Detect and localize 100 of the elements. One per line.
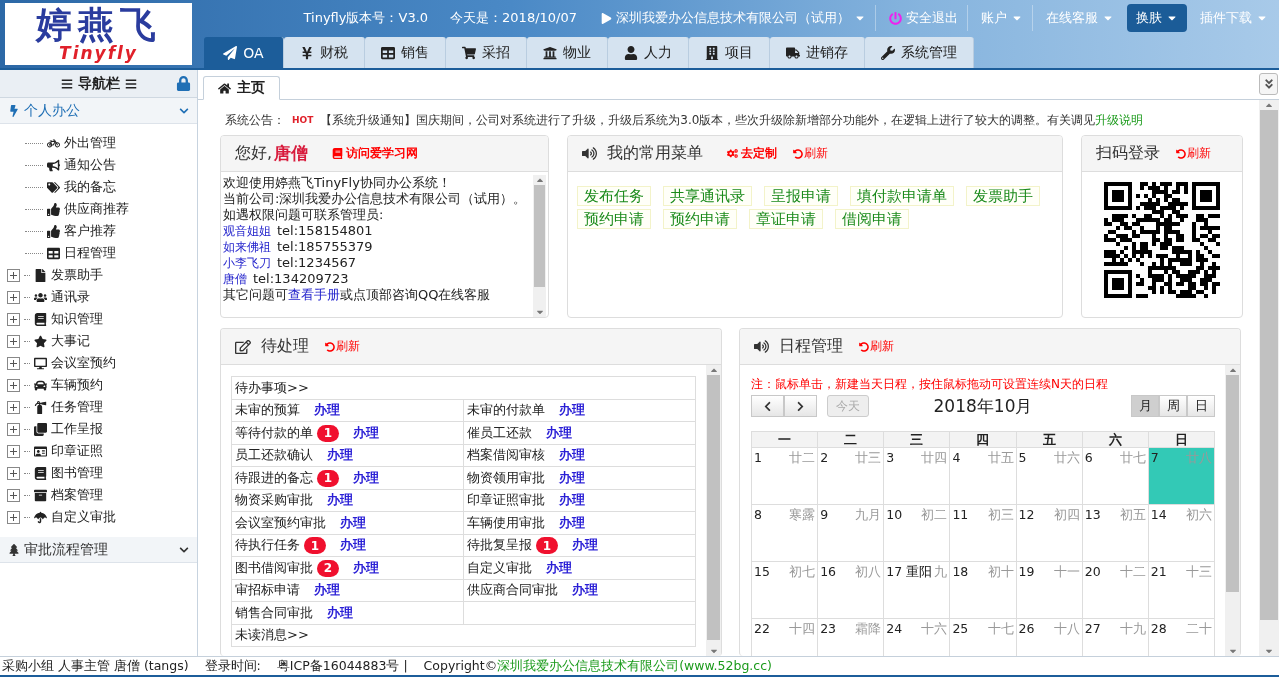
day-cell[interactable]: 23 霜降 (817, 618, 884, 656)
expand-icon[interactable] (7, 422, 20, 436)
day-cell[interactable]: 21 十三 (1148, 561, 1215, 619)
day-cell[interactable]: 7 廿八 (1148, 447, 1215, 505)
shortcut-item[interactable]: 预约申请 (663, 209, 737, 229)
day-cell[interactable]: 17 重阳 九 (883, 561, 950, 619)
handle-link[interactable]: 办理 (572, 537, 598, 553)
day-cell[interactable]: 26 十八 (1016, 618, 1083, 656)
nav-item[interactable]: 外出管理 (0, 132, 197, 154)
handle-link[interactable]: 办理 (559, 402, 585, 418)
day-cell[interactable]: 22 十四 (751, 618, 818, 656)
nav-item[interactable]: 发票助手 (0, 264, 197, 286)
expand-icon[interactable] (7, 312, 20, 326)
nav-item[interactable]: 图书管理 (0, 462, 197, 484)
day-cell[interactable]: 27 十九 (1082, 618, 1149, 656)
handle-link[interactable]: 办理 (559, 514, 585, 530)
day-cell[interactable]: 20 十二 (1082, 561, 1149, 619)
view-button[interactable]: 月 (1131, 395, 1159, 417)
nav-section[interactable]: 审批流程管理 (0, 537, 197, 563)
handle-link[interactable]: 办理 (340, 537, 366, 553)
handle-link[interactable]: 办理 (546, 559, 572, 575)
handle-link[interactable]: 办理 (559, 469, 585, 485)
expand-icon[interactable] (7, 268, 20, 282)
handle-link[interactable]: 办理 (572, 582, 598, 598)
handle-link[interactable]: 办理 (314, 582, 340, 598)
page-tab[interactable]: 主页 (203, 76, 280, 100)
nav-section[interactable]: 个人办公 (0, 98, 197, 124)
expand-icon[interactable] (7, 334, 20, 348)
shortcut-item[interactable]: 共享通讯录 (663, 186, 752, 206)
refresh-link[interactable]: 刷新 (793, 145, 828, 162)
collapse-button[interactable] (1259, 73, 1278, 95)
view-button[interactable]: 周 (1159, 395, 1187, 417)
module-tab[interactable]: 进销存 (770, 37, 865, 68)
module-tab[interactable]: 系统管理 (865, 37, 974, 68)
day-cell[interactable]: 25 十七 (949, 618, 1017, 656)
day-cell[interactable]: 8 寒露 (751, 504, 818, 562)
customize-link[interactable]: 去定制 (727, 145, 777, 162)
lock-icon[interactable] (176, 76, 191, 91)
header-menu[interactable]: 换肤 (1127, 4, 1187, 32)
expand-icon[interactable] (7, 356, 20, 370)
expand-icon[interactable] (7, 290, 20, 304)
expand-icon[interactable] (7, 466, 20, 480)
notice-link[interactable]: 升级说明 (1095, 112, 1144, 127)
scrollbar[interactable] (706, 365, 721, 656)
day-cell[interactable]: 2 廿三 (817, 447, 884, 505)
day-cell[interactable]: 9 九月 (817, 504, 884, 562)
handle-link[interactable]: 办理 (546, 424, 572, 440)
scrollbar[interactable] (1259, 100, 1279, 656)
contact-name[interactable]: 唐僧 (223, 271, 247, 287)
day-cell[interactable]: 10 初二 (883, 504, 950, 562)
module-tab[interactable]: 物业 (527, 37, 608, 68)
nav-item[interactable]: 我的备忘 (0, 176, 197, 198)
day-cell[interactable]: 12 初四 (1016, 504, 1083, 562)
day-cell[interactable]: 11 初三 (949, 504, 1017, 562)
module-tab[interactable]: OA (204, 37, 284, 68)
handle-link[interactable]: 办理 (340, 514, 366, 530)
nav-item[interactable]: 大事记 (0, 330, 197, 352)
nav-item[interactable]: 会议室预约 (0, 352, 197, 374)
refresh-link[interactable]: 刷新 (859, 338, 894, 355)
handle-link[interactable]: 办理 (353, 469, 379, 485)
day-cell[interactable]: 6 廿七 (1082, 447, 1149, 505)
nav-item[interactable]: 通讯录 (0, 286, 197, 308)
view-button[interactable]: 日 (1187, 395, 1215, 417)
shortcut-item[interactable]: 发布任务 (577, 186, 651, 206)
scrollbar[interactable] (533, 175, 546, 317)
nav-item[interactable]: 客户推荐 (0, 220, 197, 242)
shortcut-item[interactable]: 发票助手 (966, 186, 1040, 206)
nav-item[interactable]: 供应商推荐 (0, 198, 197, 220)
shortcut-item[interactable]: 借阅申请 (835, 209, 909, 229)
day-cell[interactable]: 3 廿四 (883, 447, 950, 505)
module-tab[interactable]: 采招 (446, 37, 527, 68)
day-cell[interactable]: 16 初八 (817, 561, 884, 619)
contact-name[interactable]: 如来佛祖 (223, 239, 271, 255)
refresh-link[interactable]: 刷新 (1176, 145, 1211, 162)
shortcut-item[interactable]: 呈报申请 (764, 186, 838, 206)
nav-item[interactable]: 档案管理 (0, 484, 197, 506)
handle-link[interactable]: 办理 (327, 604, 353, 620)
handle-link[interactable]: 办理 (559, 492, 585, 508)
handle-link[interactable]: 办理 (314, 402, 340, 418)
day-cell[interactable]: 13 初五 (1082, 504, 1149, 562)
day-cell[interactable]: 5 廿六 (1016, 447, 1083, 505)
module-tab[interactable]: 销售 (365, 37, 446, 68)
expand-icon[interactable] (7, 488, 20, 502)
day-cell[interactable]: 15 初七 (751, 561, 818, 619)
expand-icon[interactable] (7, 510, 20, 524)
study-link[interactable]: 访问爱学习网 (332, 145, 419, 162)
handle-link[interactable]: 办理 (327, 447, 353, 463)
module-tab[interactable]: 财税 (284, 37, 365, 68)
handle-link[interactable]: 办理 (353, 424, 379, 440)
company-link[interactable]: 深圳我爱办公信息技术有限公司(www.52bg.cc) (497, 657, 772, 675)
shortcut-item[interactable]: 章证申请 (749, 209, 823, 229)
nav-item[interactable]: 任务管理 (0, 396, 197, 418)
handle-link[interactable]: 办理 (327, 492, 353, 508)
nav-item[interactable]: 知识管理 (0, 308, 197, 330)
day-cell[interactable]: 28 二十 (1148, 618, 1215, 656)
module-tab[interactable]: 人力 (608, 37, 689, 68)
next-button[interactable] (784, 395, 817, 417)
previous-button[interactable] (751, 395, 784, 417)
handle-link[interactable]: 办理 (353, 559, 379, 575)
scrollbar[interactable] (1225, 365, 1240, 656)
